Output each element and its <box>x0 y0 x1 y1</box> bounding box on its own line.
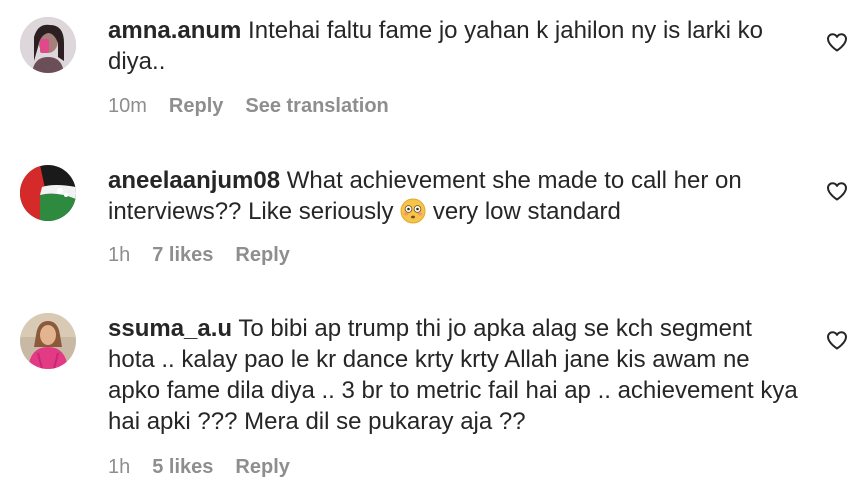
comment-message-continued: very low standard <box>432 198 621 225</box>
reply-button[interactable]: Reply <box>235 244 289 267</box>
flushed-face-emoji <box>400 198 426 224</box>
comment-meta: 1h 5 likes Reply <box>108 456 290 479</box>
comment-username[interactable]: ssuma_a.u <box>108 315 232 342</box>
like-count[interactable]: 5 likes <box>152 456 213 479</box>
comment-text: amna.anum Intehai faltu fame jo yahan k … <box>108 15 798 77</box>
heart-outline-icon[interactable] <box>825 30 849 54</box>
comment-meta: 1h 7 likes Reply <box>108 244 290 267</box>
comment-text: aneelaanjum08 What achievement she made … <box>108 165 798 227</box>
comment-username[interactable]: amna.anum <box>108 17 241 44</box>
comment-text: ssuma_a.u To bibi ap trump thi jo apka a… <box>108 313 798 437</box>
heart-outline-icon[interactable] <box>825 328 849 352</box>
heart-outline-icon[interactable] <box>825 179 849 203</box>
avatar[interactable] <box>20 313 76 369</box>
comment-meta: 10m Reply See translation <box>108 95 389 118</box>
like-count[interactable]: 7 likes <box>152 244 213 267</box>
comment-timestamp: 10m <box>108 95 147 117</box>
see-translation-button[interactable]: See translation <box>245 95 388 118</box>
avatar[interactable] <box>20 165 76 221</box>
comment-timestamp: 1h <box>108 244 131 266</box>
avatar[interactable] <box>20 17 76 73</box>
reply-button[interactable]: Reply <box>235 456 289 479</box>
reply-button[interactable]: Reply <box>169 95 223 118</box>
comment-username[interactable]: aneelaanjum08 <box>108 167 280 194</box>
comment-timestamp: 1h <box>108 456 131 478</box>
